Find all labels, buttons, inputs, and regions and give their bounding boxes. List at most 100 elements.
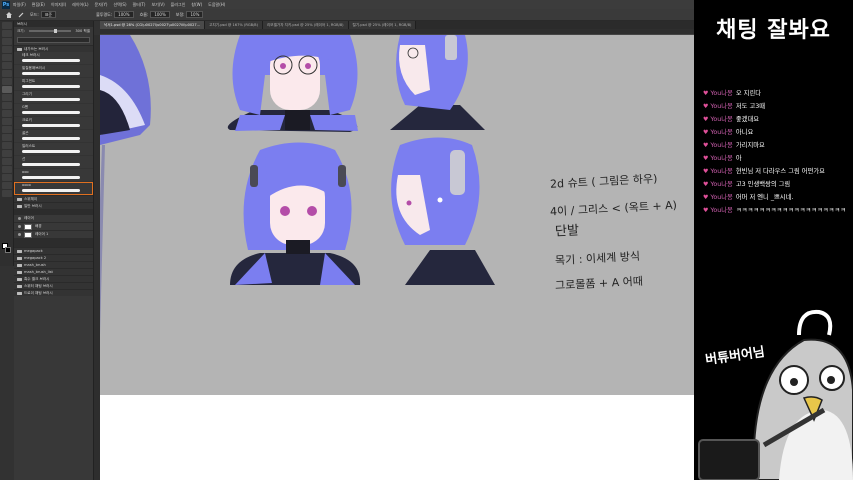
brush-item[interactable]: ooo bbox=[14, 169, 93, 182]
canvas[interactable]: 2d 슈트 ( 그림은 하우) 4이 / 그리스 < (옥트 + A) 단발 목… bbox=[100, 35, 694, 395]
layer-group[interactable]: 스위터 채팅 브러시 bbox=[14, 282, 93, 289]
brush-item-selected[interactable]: oooo bbox=[14, 182, 93, 195]
menu-select[interactable]: 선택(S) bbox=[113, 2, 126, 8]
eyedropper-tool[interactable] bbox=[2, 70, 12, 77]
move-tool[interactable] bbox=[2, 22, 12, 29]
chat-nick: You나몽 bbox=[710, 181, 733, 188]
doc-tab-4[interactable]: 털기.psd @ 25% (레이어 1, RGB/8) bbox=[348, 21, 417, 29]
hand-tool[interactable] bbox=[2, 174, 12, 181]
menu-filter[interactable]: 필터(T) bbox=[133, 2, 146, 8]
brush-item[interactable]: 밑칠용애브러시 bbox=[14, 65, 93, 78]
crop-tool[interactable] bbox=[2, 54, 12, 61]
menu-plugins[interactable]: 플러그인 bbox=[171, 2, 186, 8]
layer-group[interactable]: megapack bbox=[14, 247, 93, 254]
brush-stroke-preview bbox=[22, 163, 80, 166]
character-side-glasses bbox=[390, 35, 485, 130]
opacity-control[interactable]: 불투명도: 100% bbox=[96, 11, 134, 18]
flow-control[interactable]: 흐름: 100% bbox=[140, 11, 170, 18]
folder-icon bbox=[17, 284, 22, 288]
frame-tool[interactable] bbox=[2, 62, 12, 69]
brush-item[interactable]: G펜 bbox=[14, 104, 93, 117]
brush-item[interactable]: 그리기 bbox=[14, 91, 93, 104]
more-tools[interactable] bbox=[2, 190, 12, 197]
history-brush-tool[interactable] bbox=[2, 102, 12, 109]
doc-tab-2[interactable]: 고치기.psd @ 167% (RGB/8) bbox=[205, 21, 263, 29]
chat-message: ♥ You나몽 고3 인생백쌍의 그림 bbox=[703, 181, 851, 189]
layer-group[interactable]: mash_brush_list bbox=[14, 268, 93, 275]
opacity-label: 불투명도: bbox=[96, 11, 113, 17]
mode-select[interactable]: 표준 bbox=[40, 11, 57, 18]
menu-view[interactable]: 보기(V) bbox=[151, 2, 164, 8]
character-front-glasses bbox=[227, 35, 358, 132]
smoothing-label: 보정: bbox=[175, 11, 185, 17]
mode-control[interactable]: 모드: 표준 bbox=[30, 11, 57, 18]
pen-tool[interactable] bbox=[2, 142, 12, 149]
home-button[interactable] bbox=[6, 11, 12, 18]
brush-tool[interactable] bbox=[2, 86, 12, 93]
layer-group[interactable]: 흑수 퀄크 브러시 bbox=[14, 275, 93, 282]
quick-select-tool[interactable] bbox=[2, 46, 12, 53]
eye-icon[interactable] bbox=[18, 225, 21, 228]
brush-stroke-preview bbox=[22, 137, 80, 140]
smoothing-control[interactable]: 보정: 10% bbox=[176, 11, 204, 18]
options-bar: 모드: 표준 불투명도: 100% 흐름: 100% 보정: 10% bbox=[0, 9, 694, 21]
flow-field[interactable]: 100% bbox=[150, 11, 170, 18]
smoothing-field[interactable]: 10% bbox=[186, 11, 204, 18]
brush-item[interactable]: 선 bbox=[14, 156, 93, 169]
menu-image[interactable]: 이미지(I) bbox=[51, 2, 66, 8]
eye-icon[interactable] bbox=[18, 233, 21, 236]
brush-item[interactable]: 크로키 bbox=[14, 117, 93, 130]
brush-item[interactable]: 테크 브러시 bbox=[14, 52, 93, 65]
healing-tool[interactable] bbox=[2, 78, 12, 85]
path-select-tool[interactable] bbox=[2, 158, 12, 165]
layer-row[interactable]: 레이어 bbox=[14, 215, 93, 223]
dodge-tool[interactable] bbox=[2, 134, 12, 141]
brush-size-slider[interactable] bbox=[28, 29, 72, 33]
layer-row[interactable]: 레이어 1 bbox=[14, 231, 93, 239]
layer-row[interactable]: 배경 bbox=[14, 223, 93, 231]
brush-folder[interactable]: 내가쓰는 브러시 bbox=[14, 45, 93, 52]
panel-divider bbox=[14, 239, 93, 247]
brush-folder-name: 스위체이 bbox=[24, 196, 38, 201]
chat-nick: You나몽 bbox=[710, 207, 733, 214]
brush-stroke-preview bbox=[22, 150, 80, 153]
brush-search-input[interactable] bbox=[17, 37, 90, 43]
stamp-tool[interactable] bbox=[2, 94, 12, 101]
folder-icon bbox=[17, 204, 22, 208]
gradient-tool[interactable] bbox=[2, 118, 12, 125]
brush-name: ooo bbox=[22, 170, 29, 174]
zoom-tool[interactable] bbox=[2, 182, 12, 189]
doc-tab-1[interactable]: 낙서1.psd @ 28% (CG\u0027l\u0027\u0027ill\… bbox=[100, 21, 206, 29]
chat-message: ♥ You나몽 ㅋㅋㅋㅋㅋㅋㅋㅋㅋㅋㅋㅋㅋㅋㅋㅋㅋㅋㅋ bbox=[703, 207, 851, 215]
brush-tool-icon[interactable] bbox=[18, 12, 24, 18]
eye-icon[interactable] bbox=[18, 217, 21, 220]
blur-tool[interactable] bbox=[2, 126, 12, 133]
type-tool[interactable] bbox=[2, 150, 12, 157]
opacity-field[interactable]: 100% bbox=[114, 11, 134, 18]
menu-file[interactable]: 파일(F) bbox=[13, 2, 26, 8]
menu-type[interactable]: 문자(Y) bbox=[95, 2, 108, 8]
brush-size-value[interactable]: 300 픽셀 bbox=[75, 29, 90, 34]
brush-folder-3[interactable]: 일반 브러시 bbox=[14, 202, 93, 209]
layer-group[interactable]: megapack 2 bbox=[14, 254, 93, 261]
brush-item[interactable]: 피그먼트 bbox=[14, 78, 93, 91]
brush-item[interactable]: 골곤 bbox=[14, 130, 93, 143]
folder-icon bbox=[17, 256, 22, 260]
menu-bar: Ps 파일(F) 편집(E) 이미지(I) 레이어(L) 문자(Y) 선택(S)… bbox=[0, 0, 694, 9]
doc-tab-3[interactable]: 리모델가자 지키.psd @ 25% (레이어 1, RGB/8) bbox=[262, 21, 349, 29]
layer-group[interactable]: mash_brush bbox=[14, 261, 93, 268]
layer-group[interactable]: 드로이 채팅 브러시 bbox=[14, 289, 93, 296]
brush-folder-2[interactable]: 스위체이 bbox=[14, 195, 93, 202]
chat-message: ♥ You나몽 아 bbox=[703, 155, 851, 163]
brush-item[interactable]: 일러스트 bbox=[14, 143, 93, 156]
shape-tool[interactable] bbox=[2, 166, 12, 173]
menu-help[interactable]: 도움말(H) bbox=[208, 2, 225, 8]
marquee-tool[interactable] bbox=[2, 30, 12, 37]
lasso-tool[interactable] bbox=[2, 38, 12, 45]
eraser-tool[interactable] bbox=[2, 110, 12, 117]
menu-layer[interactable]: 레이어(L) bbox=[72, 2, 88, 8]
menu-edit[interactable]: 편집(E) bbox=[32, 2, 45, 8]
brush-size-knob[interactable] bbox=[54, 29, 58, 33]
background-color[interactable] bbox=[5, 247, 11, 253]
menu-window[interactable]: 창(W) bbox=[191, 2, 202, 8]
